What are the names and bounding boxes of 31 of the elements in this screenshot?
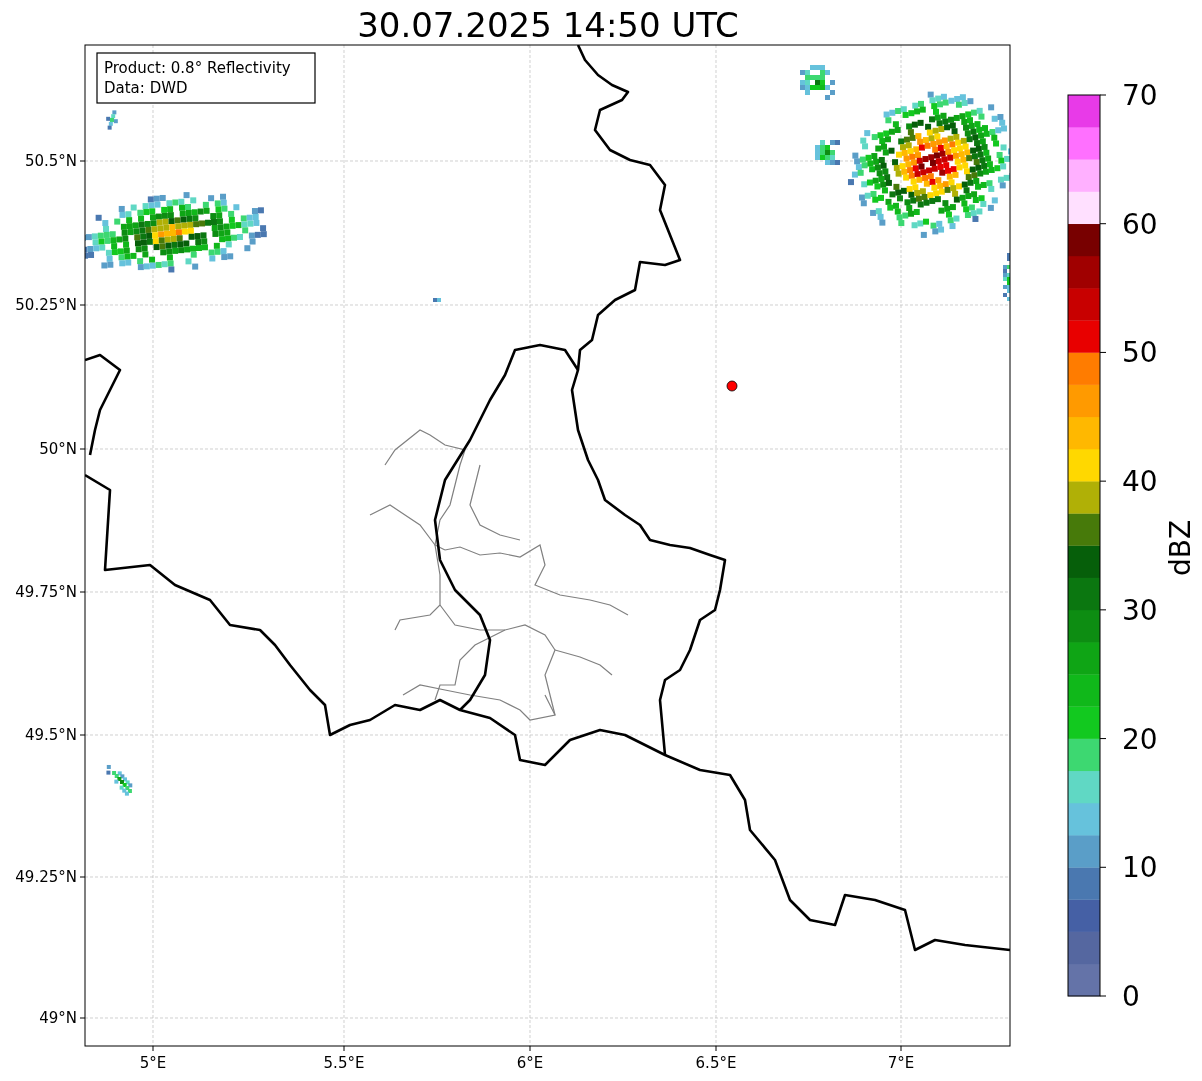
axis-tick-label: 50°N (39, 440, 77, 458)
radar-echo (106, 110, 118, 130)
colorbar-label: dBZ (1164, 519, 1197, 577)
chart-title: 30.07.2025 14:50 UTC (357, 5, 739, 45)
axis-tick-label: 5.5°E (323, 1054, 365, 1072)
colorbar-tick-label: 50 (1122, 336, 1158, 370)
colorbar-tick-label: 0 (1122, 980, 1140, 1013)
axis-tick-label: 49.75°N (15, 583, 77, 601)
axis-tick-label: 50.25°N (15, 296, 77, 314)
info-text: Data: DWD (104, 79, 188, 97)
colorbar-tick-label: 30 (1122, 593, 1158, 627)
colorbar-tick-label: 70 (1122, 79, 1158, 112)
axis-tick-label: 49.5°N (24, 726, 77, 744)
radar-echo (433, 298, 441, 302)
colorbar-tick-label: 40 (1122, 465, 1158, 499)
location-marker (726, 380, 738, 392)
radar-echo (106, 764, 133, 796)
axis-tick-label: 6.5°E (695, 1054, 737, 1072)
axis-tick-label: 7°E (887, 1054, 915, 1072)
radar-echo (800, 65, 835, 100)
colorbar-tick-label: 20 (1122, 722, 1158, 756)
axis-tick-label: 49.25°N (15, 868, 77, 886)
radar-echo (1003, 253, 1010, 301)
colorbar-tick-label: 60 (1122, 207, 1158, 241)
axis-tick-label: 49°N (39, 1009, 77, 1027)
colorbar-tick-label: 10 (1122, 851, 1158, 885)
info-text: Product: 0.8° Reflectivity (104, 59, 291, 77)
axis-tick-label: 50.5°N (24, 152, 77, 170)
axis-tick-label: 6°E (516, 1054, 544, 1072)
radar-echo (815, 140, 840, 165)
axis-tick-label: 5°E (139, 1054, 167, 1072)
